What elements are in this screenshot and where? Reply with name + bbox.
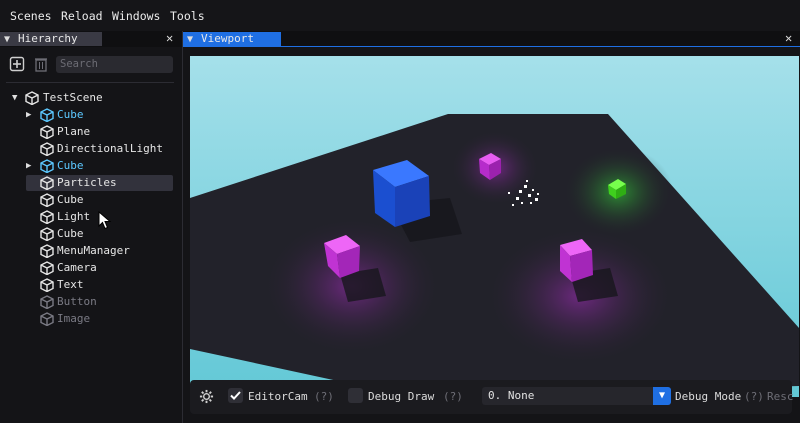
editorcam-label: EditorCam	[248, 390, 308, 403]
tree-item-label: Cube	[57, 108, 84, 121]
cube-icon	[40, 125, 54, 139]
tab-underline	[183, 46, 800, 47]
tree-item[interactable]: ▶ Cube	[26, 158, 173, 174]
cube-icon	[40, 210, 54, 224]
tree-root-testscene[interactable]: ▼ TestScene	[12, 90, 172, 106]
dropdown-value: 0. None	[488, 389, 535, 402]
tree-item-label: MenuManager	[57, 244, 130, 257]
hierarchy-toolbar: Search	[0, 53, 182, 75]
cube-icon	[40, 142, 54, 156]
viewport-canvas[interactable]	[190, 56, 799, 397]
tree-item[interactable]: Button	[26, 294, 173, 310]
tab-hierarchy-label: Hierarchy	[18, 32, 78, 45]
search-input[interactable]: Search	[56, 56, 173, 73]
debug-mode-dropdown[interactable]: 0. None ▼	[482, 387, 671, 405]
tree-item-label: Cube	[57, 227, 84, 240]
tree-item[interactable]: ▶ Cube	[26, 107, 173, 123]
trailing-label: Resc	[767, 390, 794, 403]
tree-item[interactable]: MenuManager	[26, 243, 173, 259]
mouse-cursor-icon	[98, 211, 112, 230]
checkmark-icon	[230, 391, 241, 400]
menu-reload[interactable]: Reload	[61, 9, 103, 23]
debugdraw-label: Debug Draw	[368, 390, 435, 403]
viewport-panel: ▼ Viewport ✕ EditorCam (?) Debug Draw (?…	[183, 31, 800, 423]
cube-icon	[25, 91, 39, 105]
cube-icon	[40, 159, 54, 173]
divider	[6, 82, 174, 83]
close-icon[interactable]: ✕	[166, 31, 173, 45]
tree-item-label: Plane	[57, 125, 91, 138]
tree-item[interactable]: Plane	[26, 124, 173, 140]
tree-item[interactable]: Image	[26, 311, 173, 327]
tree-item[interactable]: Text	[26, 277, 173, 293]
cube-icon	[40, 176, 54, 190]
debugdraw-help[interactable]: (?)	[443, 390, 463, 403]
expand-down-icon[interactable]: ▼	[12, 90, 22, 106]
tree-item-label: Text	[57, 278, 84, 291]
cube-icon	[40, 193, 54, 207]
tree-item-label: Particles	[57, 176, 117, 189]
debugmode-label: Debug Mode	[675, 390, 742, 403]
viewport-toolbar: EditorCam (?) Debug Draw (?) 0. None ▼ D…	[190, 380, 794, 414]
collapse-triangle-icon[interactable]: ▼	[187, 33, 193, 47]
tree-root-label: TestScene	[43, 91, 103, 104]
tree-item[interactable]: Camera	[26, 260, 173, 276]
cube-icon	[40, 261, 54, 275]
cube-icon	[40, 244, 54, 258]
tree-item-label: Cube	[57, 159, 84, 172]
menu-scenes[interactable]: Scenes	[10, 9, 52, 23]
viewport-tabbar: ▼ Viewport ✕	[183, 31, 800, 47]
trash-icon[interactable]	[33, 56, 49, 72]
tree-item-label: Image	[57, 312, 91, 325]
tab-hierarchy[interactable]: ▼ Hierarchy	[0, 32, 102, 46]
tree-item-label: DirectionalLight	[57, 142, 163, 155]
menu-bar: Scenes Reload Windows Tools	[0, 0, 800, 32]
editorcam-help[interactable]: (?)	[314, 390, 334, 403]
editorcam-checkbox[interactable]	[228, 388, 243, 403]
hierarchy-tabbar: ▼ Hierarchy ✕	[0, 31, 182, 47]
tree-item[interactable]: Cube	[26, 192, 173, 208]
tab-viewport-label: Viewport	[201, 32, 254, 45]
scene-render	[190, 56, 799, 397]
expand-right-icon[interactable]: ▶	[26, 107, 36, 123]
tree-item[interactable]: Particles	[26, 175, 173, 191]
tree-item-label: Camera	[57, 261, 97, 274]
gear-icon[interactable]	[199, 389, 214, 404]
collapse-triangle-icon[interactable]: ▼	[4, 33, 10, 47]
debugmode-help[interactable]: (?)	[744, 390, 764, 403]
tree-item-label: Light	[57, 210, 91, 223]
expand-right-icon[interactable]: ▶	[26, 158, 36, 174]
cube-icon	[40, 227, 54, 241]
debugdraw-checkbox[interactable]	[348, 388, 363, 403]
tab-viewport[interactable]: ▼ Viewport	[183, 32, 281, 46]
tree-item-label: Button	[57, 295, 97, 308]
cube-icon	[40, 312, 54, 326]
hierarchy-panel: ▼ Hierarchy ✕ Search ▼ TestScene ▶ Cube Pl…	[0, 31, 183, 423]
cube-icon	[40, 108, 54, 122]
tree-item-label: Cube	[57, 193, 84, 206]
cube-icon	[40, 278, 54, 292]
close-icon[interactable]: ✕	[785, 31, 792, 45]
menu-windows[interactable]: Windows	[112, 9, 160, 23]
chevron-down-icon[interactable]: ▼	[653, 387, 671, 405]
menu-tools[interactable]: Tools	[170, 9, 205, 23]
tree-item[interactable]: DirectionalLight	[26, 141, 173, 157]
add-icon[interactable]	[9, 56, 25, 72]
cube-icon	[40, 295, 54, 309]
